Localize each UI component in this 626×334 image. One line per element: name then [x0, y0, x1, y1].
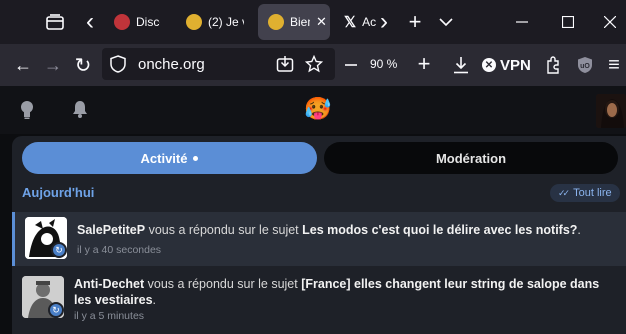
- lightbulb-icon[interactable]: [20, 100, 36, 120]
- zoom-level[interactable]: 90 %: [370, 57, 397, 71]
- notification-item[interactable]: ↻ SalePetiteP vous a répondu sur le suje…: [12, 212, 626, 266]
- close-window-icon[interactable]: [600, 12, 620, 32]
- notification-subject-link[interactable]: Les modos c'est quoi le délire avec les …: [302, 223, 577, 237]
- discord-favicon-icon: [114, 14, 130, 30]
- bookmark-star-icon[interactable]: [304, 54, 324, 73]
- smiley-favicon-icon: [186, 14, 202, 30]
- vpn-label: VPN: [500, 56, 531, 74]
- tab-label: Disco: [136, 15, 160, 29]
- downloads-icon[interactable]: [451, 54, 471, 76]
- site-logo[interactable]: 🥵: [304, 96, 331, 122]
- notification-text: Anti-Dechet vous a répondu sur le sujet …: [74, 277, 600, 307]
- new-tab-icon[interactable]: +: [404, 9, 426, 34]
- unread-dot-icon: [193, 155, 199, 161]
- notification-time: il y a 40 secondes: [77, 244, 162, 256]
- tab-discord[interactable]: Disco: [104, 4, 160, 40]
- tab-activity[interactable]: Activité: [22, 142, 317, 174]
- back-arrow-icon[interactable]: ←: [12, 54, 34, 76]
- svg-text:uO: uO: [580, 63, 590, 70]
- tab-label: Bien: [290, 15, 310, 29]
- app-menu-icon[interactable]: ≡: [604, 54, 624, 76]
- site-header: 🥵: [0, 86, 626, 134]
- double-check-icon: ✓✓: [558, 187, 570, 198]
- notification-user[interactable]: SalePetiteP: [77, 223, 145, 237]
- maximize-window-icon[interactable]: [558, 12, 578, 32]
- scroll-tabs-left-icon[interactable]: ‹: [82, 8, 98, 35]
- list-all-tabs-icon[interactable]: [436, 10, 456, 34]
- notification-text: SalePetiteP vous a répondu sur le sujet …: [77, 223, 581, 237]
- notification-item[interactable]: ↻ Anti-Dechet vous a répondu sur le suje…: [12, 274, 626, 334]
- tab-onche-active[interactable]: Bien ✕: [258, 4, 330, 40]
- notification-time: il y a 5 minutes: [74, 310, 145, 322]
- forward-arrow-icon[interactable]: →: [42, 54, 64, 76]
- user-avatar[interactable]: [596, 94, 626, 128]
- x-favicon-icon: 𝕏: [344, 14, 357, 31]
- tab-moderation-label: Modération: [435, 150, 507, 166]
- tab-x[interactable]: 𝕏 Ac: [336, 4, 376, 40]
- extensions-puzzle-icon[interactable]: [543, 54, 563, 76]
- read-all-button[interactable]: ✓✓ Tout lire: [550, 184, 620, 202]
- scroll-tabs-right-icon[interactable]: ›: [376, 8, 392, 35]
- tab-moderation[interactable]: Modération: [324, 142, 618, 174]
- zoom-out-icon[interactable]: [342, 54, 360, 76]
- reply-badge-icon: ↻: [48, 302, 64, 318]
- navigation-toolbar: ← → ↻ onche.org 90 % + ✕ VPN uO ≡: [0, 44, 626, 86]
- read-all-label: Tout lire: [573, 187, 612, 199]
- ublock-shield-icon[interactable]: uO: [575, 54, 595, 76]
- tab-activity-label: Activité: [140, 150, 188, 166]
- tab-close-icon[interactable]: ✕: [316, 14, 327, 30]
- url-text[interactable]: onche.org: [138, 56, 205, 73]
- url-bar[interactable]: onche.org: [102, 48, 335, 80]
- page-download-icon[interactable]: [276, 55, 294, 73]
- tab-label: Ac: [362, 15, 376, 29]
- tab-jv[interactable]: (2) Je v: [176, 4, 244, 40]
- tab-label: (2) Je v: [208, 15, 244, 29]
- minimize-window-icon[interactable]: [512, 12, 532, 32]
- tab-groups-icon[interactable]: [44, 12, 66, 32]
- site-info-shield-icon[interactable]: [110, 55, 128, 73]
- section-heading-today: Aujourd'hui: [22, 185, 95, 200]
- zoom-in-icon[interactable]: +: [414, 51, 434, 76]
- reply-badge-icon: ↻: [51, 242, 67, 258]
- notifications-panel: Activité Modération Aujourd'hui ✓✓ Tout …: [12, 136, 626, 334]
- bell-icon[interactable]: [72, 100, 90, 120]
- smiley-favicon-icon: [268, 14, 284, 30]
- page-content: 🥵 Activité Modération Aujourd'hui ✓✓ Tou…: [0, 86, 626, 334]
- reload-icon[interactable]: ↻: [72, 54, 94, 77]
- vpn-x-icon: ✕: [482, 58, 496, 72]
- tab-bar: ‹ Disco (2) Je v Bien ✕ 𝕏 Ac › +: [0, 0, 626, 44]
- vpn-button[interactable]: ✕ VPN: [482, 54, 531, 76]
- notification-user[interactable]: Anti-Dechet: [74, 277, 144, 291]
